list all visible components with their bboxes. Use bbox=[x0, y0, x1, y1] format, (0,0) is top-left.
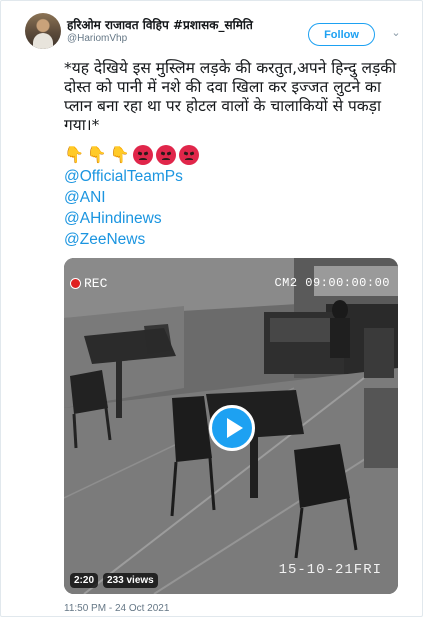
mention-link[interactable]: @ANI bbox=[64, 188, 106, 208]
mention-link[interactable]: @OfficialTeamPs bbox=[64, 167, 183, 187]
play-button[interactable] bbox=[209, 405, 255, 451]
angry-face-icon bbox=[155, 145, 176, 165]
camera-label: CM2 09:00:00:00 bbox=[274, 276, 390, 290]
chevron-down-icon[interactable]: ⌄ bbox=[389, 27, 403, 39]
mention-link[interactable]: @ZeeNews bbox=[64, 230, 145, 250]
video-duration: 2:20 bbox=[70, 573, 99, 588]
play-icon bbox=[226, 418, 243, 438]
camera-date-overlay: 15-10-21FRI bbox=[278, 562, 382, 578]
rec-label: REC bbox=[84, 276, 108, 291]
angry-face-icon bbox=[178, 145, 199, 165]
video-player[interactable]: REC CM2 09:00:00:00 15-10-21FRI 2:20 233… bbox=[64, 258, 398, 594]
video-views: 233 views bbox=[103, 573, 158, 588]
pointing-down-icon: 👇 bbox=[109, 145, 130, 164]
emoji-row: 👇 👇 👇 bbox=[64, 144, 199, 166]
mention-link[interactable]: @AHindinews bbox=[64, 209, 162, 229]
angry-face-icon bbox=[132, 145, 153, 165]
video-meta: 2:20 233 views bbox=[70, 573, 158, 588]
tweet-text: *यह देखिये इस मुस्लिम लड़के की करतुत,अपन… bbox=[64, 59, 397, 134]
user-handle[interactable]: @HariomVhp bbox=[67, 33, 127, 44]
pointing-down-icon: 👇 bbox=[64, 145, 84, 164]
tweet-timestamp[interactable]: 11:50 PM - 24 Oct 2021 bbox=[64, 603, 169, 614]
record-dot-icon bbox=[70, 278, 81, 289]
pointing-down-icon: 👇 bbox=[86, 145, 107, 164]
rec-indicator: REC bbox=[70, 276, 107, 291]
avatar[interactable] bbox=[25, 13, 61, 49]
tweet-card: हरिओम राजावत विहिप #प्रशासक_समिति @Hario… bbox=[0, 0, 423, 617]
display-name[interactable]: हरिओम राजावत विहिप #प्रशासक_समिति bbox=[67, 16, 253, 33]
follow-button[interactable]: Follow bbox=[308, 23, 375, 46]
